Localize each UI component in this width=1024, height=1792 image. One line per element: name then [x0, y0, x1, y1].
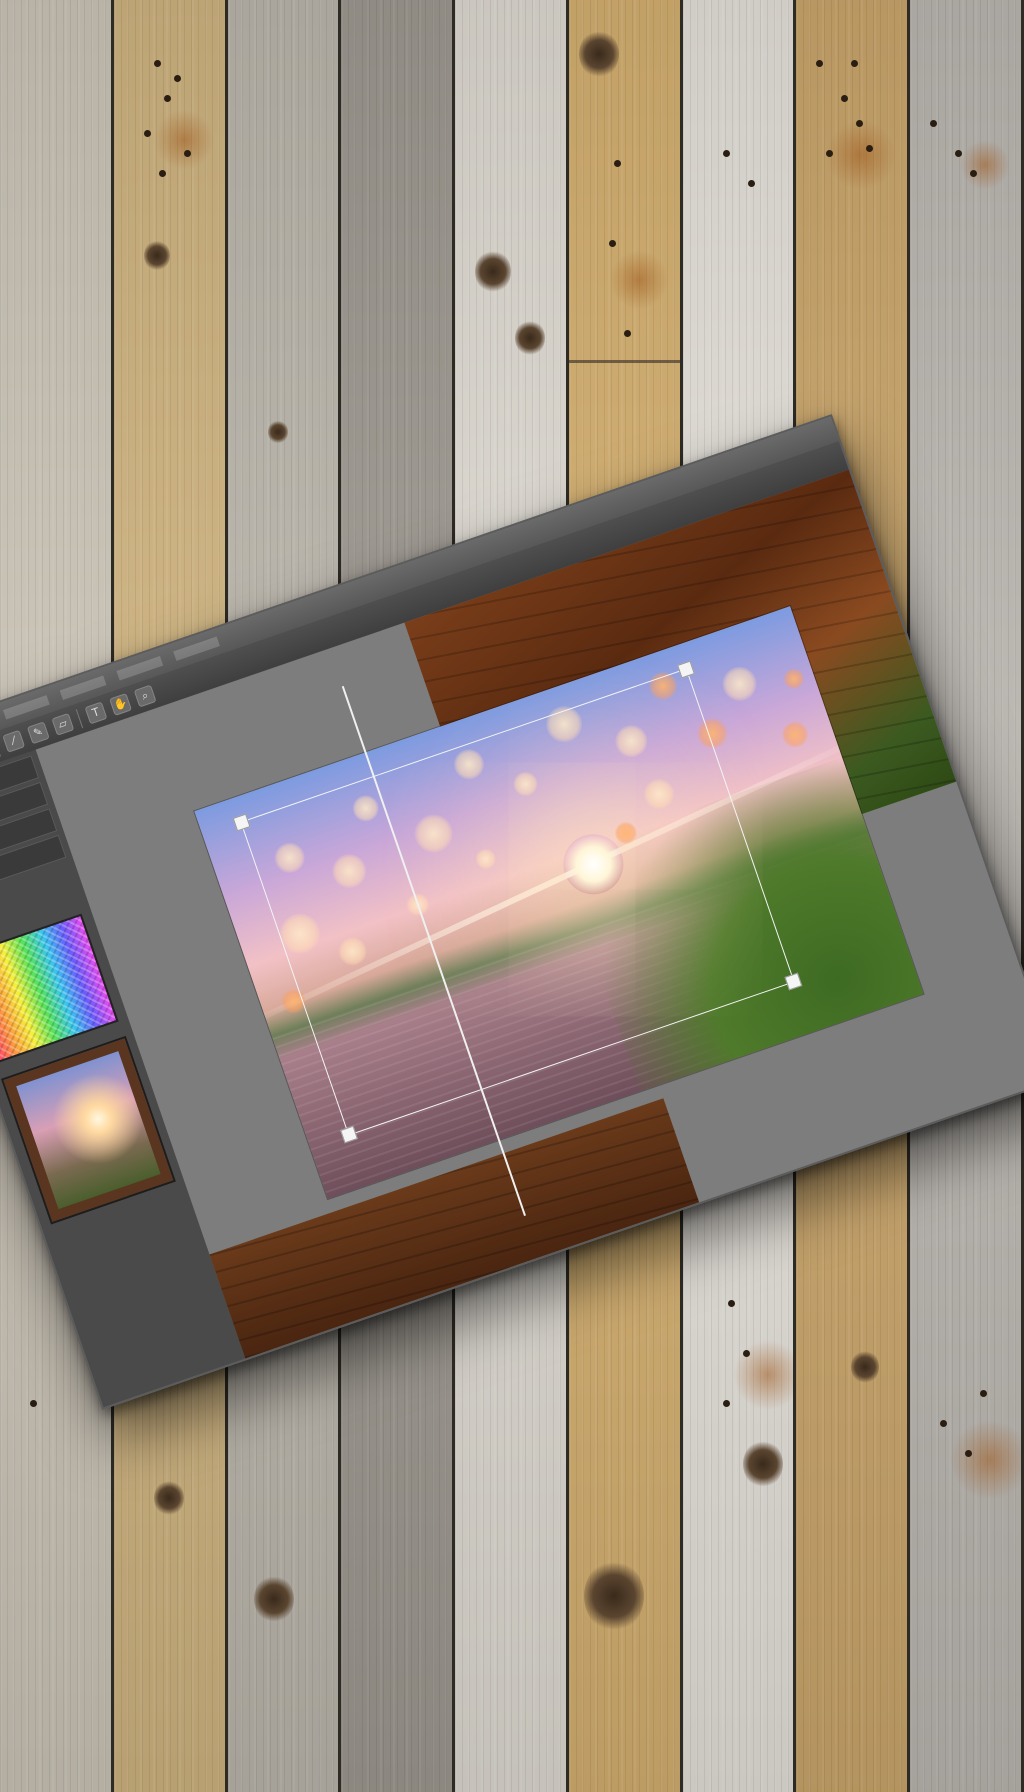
wood-knot: [578, 30, 619, 78]
toolbar-separator: [0, 737, 1, 757]
nail-hole: [722, 150, 730, 157]
wood-knot: [475, 250, 512, 294]
text-icon[interactable]: T: [84, 701, 108, 725]
brush-icon[interactable]: ✎: [26, 721, 50, 745]
wood-knot: [583, 1560, 644, 1632]
rust-stain: [732, 1340, 794, 1410]
nail-hole: [158, 170, 166, 177]
nail-hole: [727, 1300, 735, 1307]
nail-hole: [742, 1350, 750, 1357]
nail-hole: [173, 75, 181, 82]
toolbar-separator: [75, 709, 84, 729]
eraser-icon[interactable]: ▱: [51, 712, 75, 736]
nail-hole: [30, 1400, 37, 1407]
eyedropper-icon[interactable]: ⁄: [2, 729, 26, 753]
nail-hole: [143, 130, 151, 137]
rust-stain: [950, 1420, 1022, 1500]
rust-stain: [608, 250, 669, 310]
nail-hole: [163, 95, 171, 102]
wood-knot: [267, 420, 288, 444]
wood-knot: [253, 1575, 294, 1623]
bokeh-light: [717, 662, 762, 706]
wood-knot: [515, 320, 546, 356]
nail-hole: [613, 160, 621, 167]
bokeh-light: [778, 717, 812, 752]
nail-hole: [153, 60, 161, 67]
rust-stain: [960, 140, 1011, 190]
hand-icon[interactable]: ✋: [109, 693, 133, 716]
nail-hole: [722, 1400, 730, 1407]
wood-knot: [153, 1480, 184, 1516]
zoom-icon[interactable]: ⌕: [133, 684, 157, 708]
nail-hole: [183, 150, 191, 157]
wood-knot: [143, 240, 170, 272]
rust-stain: [153, 110, 214, 170]
bokeh-light: [781, 666, 807, 692]
nail-hole: [623, 330, 631, 337]
nail-hole: [747, 180, 755, 187]
plank-seam: [568, 360, 680, 363]
rust-stain: [826, 120, 897, 190]
wood-knot: [742, 1440, 783, 1488]
nail-hole: [608, 240, 616, 247]
wood-knot: [851, 1350, 880, 1384]
